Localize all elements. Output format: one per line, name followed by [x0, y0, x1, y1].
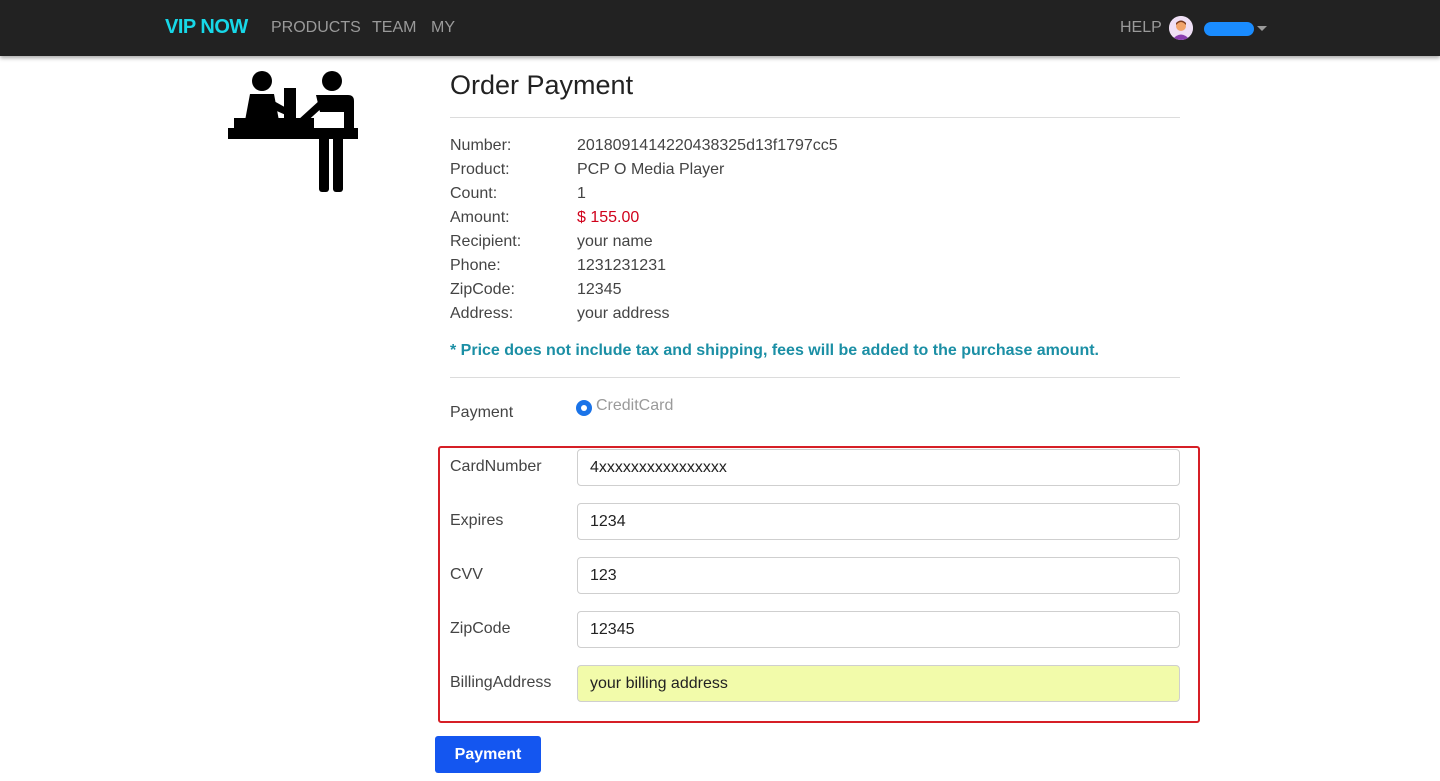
detail-label: Number: — [450, 137, 512, 154]
nav-link-help[interactable]: HELP — [1120, 19, 1162, 37]
creditcard-radio-label[interactable]: CreditCard — [596, 397, 673, 415]
section-divider — [450, 377, 1180, 378]
user-avatar-icon[interactable] — [1169, 16, 1193, 40]
creditcard-radio[interactable] — [576, 400, 592, 416]
detail-label: Address: — [450, 305, 514, 322]
title-divider — [450, 117, 1180, 118]
detail-value: PCP O Media Player — [577, 161, 725, 178]
billing-zipcode-label: ZipCode — [450, 620, 511, 637]
detail-value: 12345 — [577, 281, 622, 298]
detail-label: Count: — [450, 185, 498, 202]
detail-value: 1231231231 — [577, 257, 666, 274]
nav-link-products[interactable]: PRODUCTS — [271, 19, 361, 37]
card-number-input[interactable] — [577, 449, 1180, 486]
chevron-down-icon[interactable] — [1257, 26, 1267, 31]
billing-address-label: BillingAddress — [450, 674, 552, 691]
top-navbar: VIP NOW PRODUCTS TEAM MY HELP — [0, 0, 1440, 56]
price-notice: * Price does not include tax and shippin… — [450, 342, 1099, 359]
detail-value: 1 — [577, 185, 586, 202]
detail-label: Recipient: — [450, 233, 522, 250]
detail-value: your address — [577, 305, 670, 322]
payment-method-label: Payment — [450, 404, 514, 421]
username-redacted[interactable] — [1204, 22, 1254, 36]
detail-value: 201809141422043832​5d13f1797cc5 — [577, 137, 838, 154]
nav-link-my[interactable]: MY — [431, 19, 455, 37]
payment-submit-button[interactable]: Payment — [435, 736, 541, 773]
detail-label: ZipCode: — [450, 281, 515, 298]
amount-value: $ 155.00 — [577, 209, 640, 226]
cvv-label: CVV — [450, 566, 483, 583]
detail-label: Product: — [450, 161, 510, 178]
card-number-label: CardNumber — [450, 458, 542, 475]
brand-link[interactable]: VIP NOW — [165, 16, 248, 39]
page-title: Order Payment — [450, 70, 634, 100]
detail-label: Phone: — [450, 257, 501, 274]
billing-address-input[interactable] — [577, 665, 1180, 702]
expires-label: Expires — [450, 512, 504, 529]
cvv-input[interactable] — [577, 557, 1180, 594]
billing-zipcode-input[interactable] — [577, 611, 1180, 648]
detail-label: Amount: — [450, 209, 510, 226]
nav-link-team[interactable]: TEAM — [372, 19, 416, 37]
detail-value: your name — [577, 233, 653, 250]
expires-input[interactable] — [577, 503, 1180, 540]
cashier-counter-icon — [228, 70, 358, 200]
